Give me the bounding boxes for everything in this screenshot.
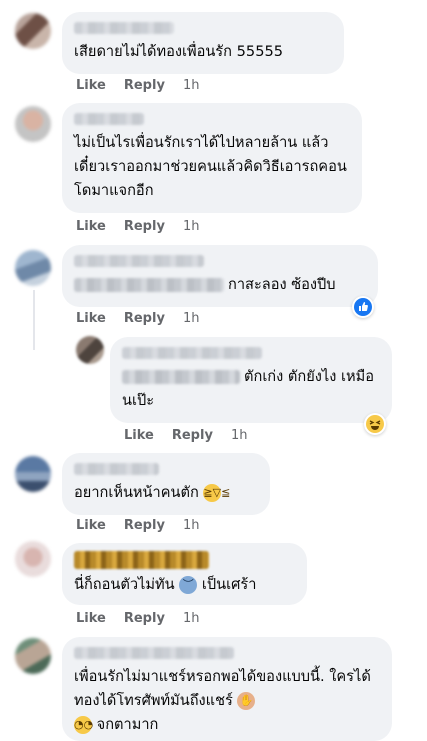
comment-text: กาสะลอง ซ้องปีบ xyxy=(228,276,336,293)
like-button[interactable]: Like xyxy=(76,311,106,326)
grinning-squint-icon: ≧▽≦ xyxy=(203,484,230,502)
comment-bubble: ตักเก่ง ตักยังไง เหมือนเป๊ะ xyxy=(110,337,392,423)
commenter-name-blurred xyxy=(74,255,204,267)
comment-text: ไม่เป็นไรเพื่อนรักเราได้ไปหลายล้าน แล้วเ… xyxy=(74,134,347,199)
avatar[interactable] xyxy=(15,541,51,577)
timestamp[interactable]: 1h xyxy=(183,311,200,326)
commenter-name-blurred xyxy=(74,647,234,659)
avatar[interactable] xyxy=(15,638,51,674)
commenter-name-blurred xyxy=(74,551,209,569)
thumbs-up-icon xyxy=(354,298,372,316)
comment-actions: Like Reply 1h xyxy=(76,78,199,93)
comment-text: เสียดายไม่ได้ทองเพื่อนรัก 55555 xyxy=(74,43,284,60)
reply-button[interactable]: Reply xyxy=(172,428,213,443)
timestamp[interactable]: 1h xyxy=(183,78,200,93)
person-facepalming-icon: ✋ xyxy=(237,692,256,710)
comment-bubble: นี่ก็ถอนตัวไม่ทัน ︶ เป็นเศร้า xyxy=(62,543,307,605)
reply-button[interactable]: Reply xyxy=(124,219,165,234)
comment-actions: Like Reply 1h xyxy=(76,311,199,326)
comment-body: อยากเห็นหน้าคนตัก ≧▽≦ xyxy=(74,481,258,505)
commenter-name-blurred xyxy=(74,22,174,34)
comment-body: กาสะลอง ซ้องปีบ xyxy=(74,273,366,297)
comment-bubble: เสียดายไม่ได้ทองเพื่อนรัก 55555 xyxy=(62,12,344,74)
avatar[interactable] xyxy=(76,336,104,364)
comment-actions: Like Reply 1h xyxy=(76,219,199,234)
like-button[interactable]: Like xyxy=(76,219,106,234)
avatar[interactable] xyxy=(15,250,51,286)
commenter-name-blurred xyxy=(74,463,159,475)
like-button[interactable]: Like xyxy=(76,518,106,533)
reply-button[interactable]: Reply xyxy=(124,611,165,626)
laughing-face-icon xyxy=(366,415,384,433)
comment-body: ตักเก่ง ตักยังไง เหมือนเป๊ะ xyxy=(122,365,380,413)
comment-text: นี่ก็ถอนตัวไม่ทัน xyxy=(74,576,175,593)
avatar[interactable] xyxy=(15,106,51,142)
comment-bubble: อยากเห็นหน้าคนตัก ≧▽≦ xyxy=(62,453,270,515)
face-rolling-eyes-icon: ◔◔ xyxy=(74,716,93,734)
reply-button[interactable]: Reply xyxy=(124,518,165,533)
comment-text-suffix: จกตามาก xyxy=(96,716,159,733)
timestamp[interactable]: 1h xyxy=(183,518,200,533)
tagged-name-blurred xyxy=(74,278,224,292)
comment-text: อยากเห็นหน้าคนตัก xyxy=(74,484,199,501)
avatar[interactable] xyxy=(15,13,51,49)
anxious-sweat-icon: ︶ xyxy=(179,576,198,594)
comment-actions: Like Reply 1h xyxy=(76,518,199,533)
like-button[interactable]: Like xyxy=(76,611,106,626)
reply-button[interactable]: Reply xyxy=(124,311,165,326)
avatar[interactable] xyxy=(15,456,51,492)
comment-text: เพื่อนรักไม่มาแชร์หรอกพอได้ของแบบนี้. ใค… xyxy=(74,668,371,709)
comment-actions: Like Reply 1h xyxy=(76,611,199,626)
comment-bubble: เพื่อนรักไม่มาแชร์หรอกพอได้ของแบบนี้. ใค… xyxy=(62,637,392,741)
timestamp[interactable]: 1h xyxy=(183,219,200,234)
comment-body: นี่ก็ถอนตัวไม่ทัน ︶ เป็นเศร้า xyxy=(74,573,295,597)
commenter-name-blurred xyxy=(74,113,144,125)
comment-bubble: ไม่เป็นไรเพื่อนรักเราได้ไปหลายล้าน แล้วเ… xyxy=(62,103,362,213)
like-button[interactable]: Like xyxy=(124,428,154,443)
comment-text-suffix: เป็นเศร้า xyxy=(201,576,257,593)
comment-actions: Like Reply 1h xyxy=(124,428,247,443)
reaction-badge[interactable] xyxy=(352,296,374,318)
thread-line xyxy=(33,290,35,350)
tagged-name-blurred xyxy=(122,370,240,384)
timestamp[interactable]: 1h xyxy=(231,428,248,443)
comment-bubble: กาสะลอง ซ้องปีบ xyxy=(62,245,378,307)
reaction-badge[interactable] xyxy=(364,413,386,435)
reply-button[interactable]: Reply xyxy=(124,78,165,93)
comment-body: เพื่อนรักไม่มาแชร์หรอกพอได้ของแบบนี้. ใค… xyxy=(74,665,380,737)
timestamp[interactable]: 1h xyxy=(183,611,200,626)
like-button[interactable]: Like xyxy=(76,78,106,93)
commenter-name-blurred xyxy=(122,347,262,359)
